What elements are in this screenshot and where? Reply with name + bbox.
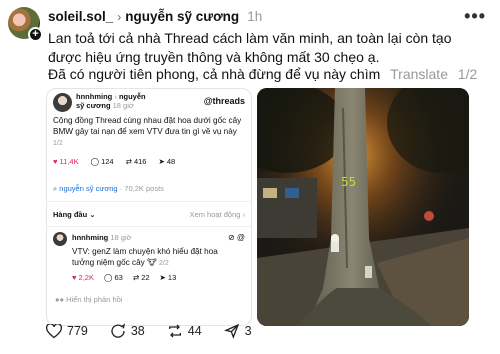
page-indicator: 1/2 [457,66,478,82]
heart-icon [46,323,62,338]
embedded-chevron-icon: › [114,92,117,101]
embedded-reply-page: 2/2 [159,260,169,267]
comment-icon [111,323,125,338]
tree-number: 55 [341,175,356,189]
embedded-stats: ♥ 11,4K ◯ 124 ⇄ 416 ➤ 48 [53,157,175,166]
translate-icon: ⊘ [227,233,235,242]
embedded-body: Cộng đồng Thread cùng nhau đặt hoa dưới … [53,116,242,136]
post-body-text-2: Đã có người tiên phong, cả nhà đừng để v… [48,66,381,82]
share-button[interactable]: 3 [223,323,252,339]
threads-icon: @ [236,233,245,242]
embedded-shares: ➤ 48 [158,157,176,166]
embedded-profile-posts: · 70,2K posts [119,184,164,193]
embedded-reply-reposts: ⇄ 22 [132,273,150,282]
threads-logo: @threads [203,96,245,106]
embedded-reply-avatar [53,232,67,246]
cow-emoji: 🐮 [147,258,157,267]
divider [47,201,251,202]
post-time: 1h [247,9,263,24]
share-count: 3 [244,324,252,338]
comment-count: 38 [130,324,145,338]
chevron-right-icon: › [117,9,122,24]
mini-avatars: ●● [55,295,67,304]
embedded-likes: ♥ 11,4K [53,157,79,166]
embedded-header: hnnhming › nguyễn sỹ cương 18 giờ [76,92,196,110]
embedded-reply-time: 18 giờ [110,233,132,242]
follow-plus-icon[interactable]: + [28,27,43,42]
repost-button[interactable]: 44 [167,323,202,339]
embedded-reply-comments: ◯ 63 [103,273,123,282]
embedded-reply-username: hnnhming [72,233,109,242]
embedded-hidden-replies: ●● Hiển thị phản hồi [55,295,123,304]
like-button[interactable]: 779 [46,323,88,339]
threads-logo-text: threads [212,96,245,106]
embedded-activity-link: Xem hoạt động › [189,210,245,219]
embedded-reply-to-2: sỹ cương [76,101,111,110]
divider [47,226,251,227]
author-avatar[interactable]: + [8,7,43,42]
repost-icon [168,324,181,338]
tree-photo-image: 55 [257,88,469,326]
embedded-reply-shares: ➤ 13 [159,273,177,282]
post-header: soleil.sol_ › nguyễn sỹ cương 1h [48,9,262,24]
comment-button[interactable]: 38 [110,323,145,339]
embedded-profile-link: ⌕ nguyễn sỹ cương · 70,2K posts [53,184,164,193]
embedded-text: Cộng đồng Thread cùng nhau đặt hoa dưới … [53,115,247,149]
embedded-comments: ◯ 124 [90,157,114,166]
embedded-sort: Hàng đầu ⌄ [53,210,96,219]
embedded-page: 1/2 [53,140,63,147]
post-body-line2: Đã có người tiên phong, cả nhà đừng để v… [48,65,488,84]
embedded-username: hnnhming [76,92,113,101]
post-actions: 779 38 44 3 [46,323,274,339]
more-options-icon[interactable]: ••• [464,6,486,27]
translate-link[interactable]: Translate [390,66,448,82]
embedded-screenshot[interactable]: hnnhming › nguyễn sỹ cương 18 giờ @threa… [46,88,252,326]
like-count: 779 [67,324,88,338]
reply-to-username[interactable]: nguyễn sỹ cương [125,9,239,24]
embedded-reposts: ⇄ 416 [125,157,147,166]
embedded-reply-header: hnnhming 18 giờ [72,233,132,242]
embedded-avatar [53,93,72,112]
author-username[interactable]: soleil.sol_ [48,9,113,24]
embedded-reply-text: VTV: genZ làm chuyện khó hiểu đặt hoa tư… [72,247,218,267]
embedded-reply-likes: ♥ 2,2K [72,273,94,282]
tree-photo[interactable]: 55 [257,88,469,326]
embedded-reply-stats: ♥ 2,2K ◯ 63 ⇄ 22 ➤ 13 [72,273,176,282]
embedded-reply-icons: ⊘ @ [228,233,245,242]
embedded-time: 18 giờ [112,101,134,110]
post-body: Lan toả tới cả nhà Thread cách làm văn m… [48,30,452,65]
embedded-reply-to: nguyễn [118,92,146,101]
send-icon [223,323,239,339]
chevron-down-icon: ⌄ [89,210,96,219]
repost-count: 44 [187,324,202,338]
